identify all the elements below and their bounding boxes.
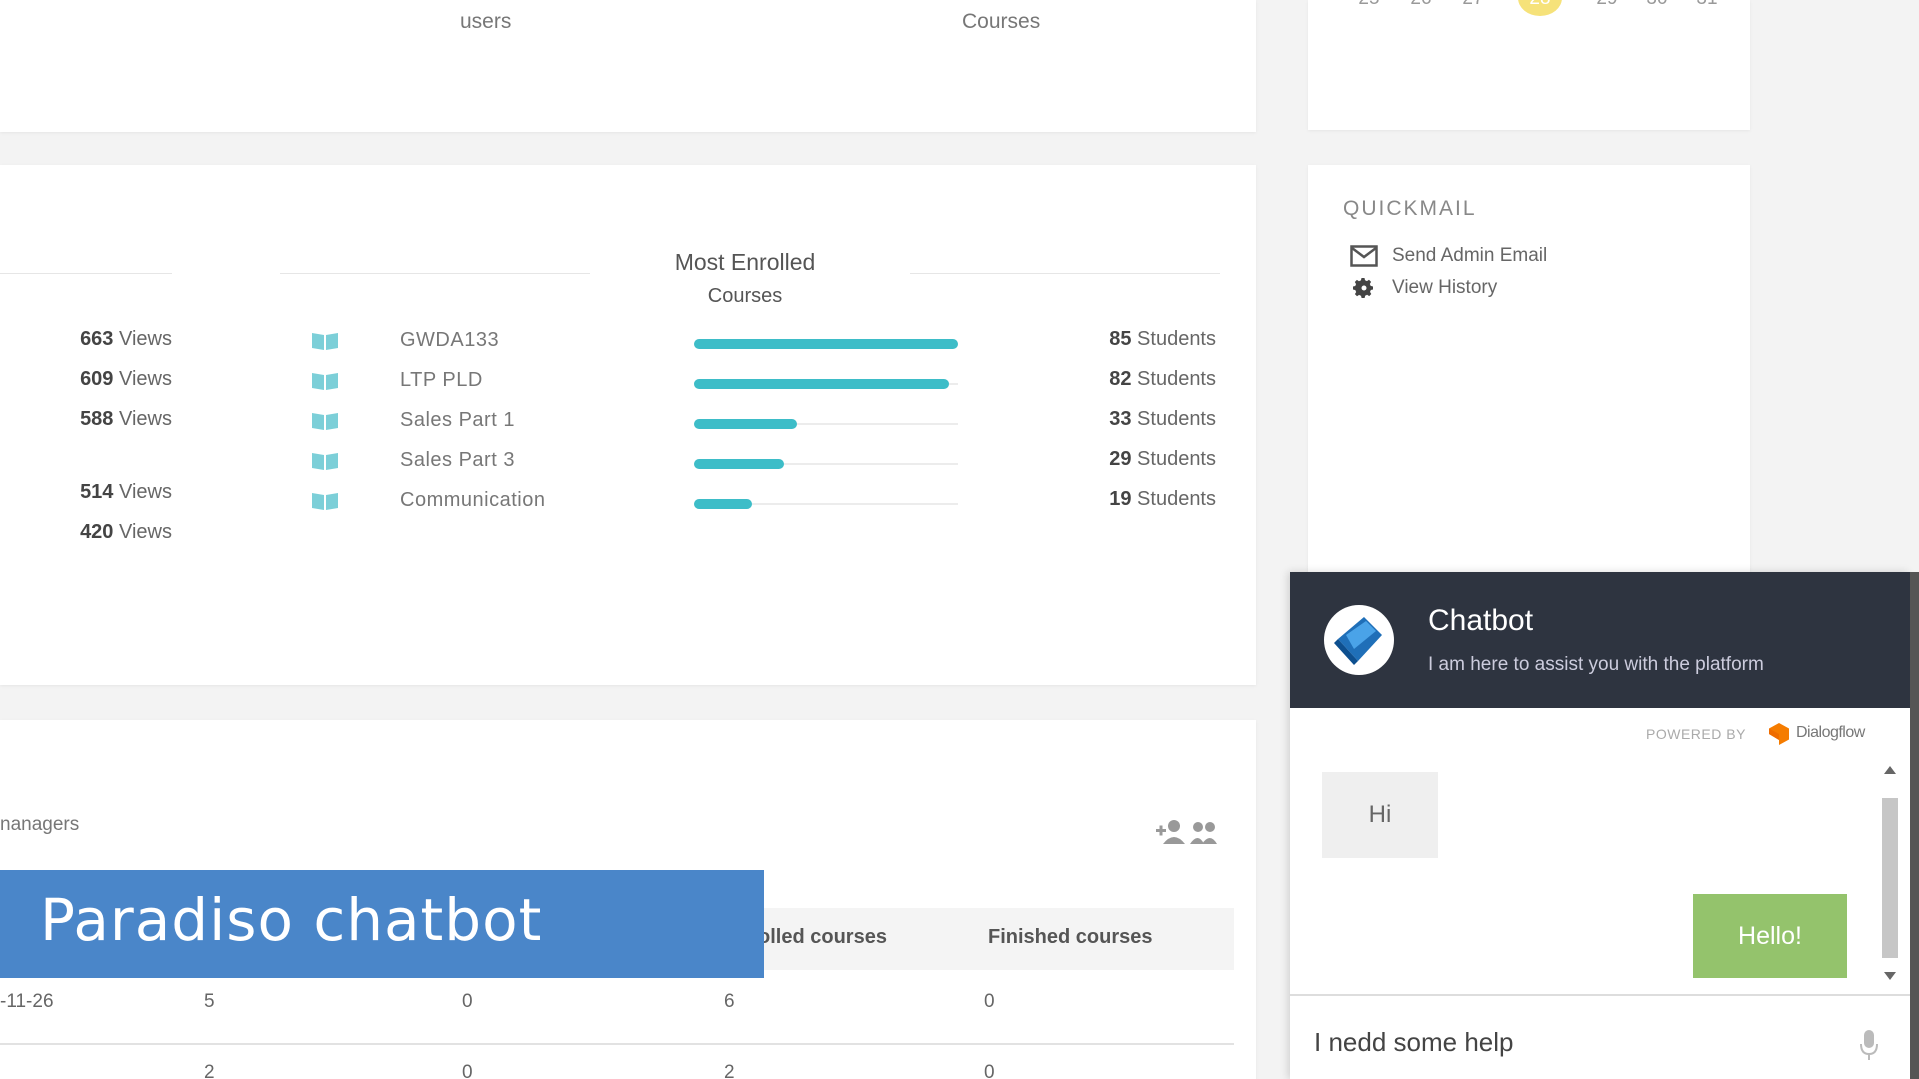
send-admin-email-label: Send Admin Email bbox=[1392, 245, 1548, 266]
course-name[interactable]: LTP PLD bbox=[400, 369, 483, 392]
table-cell: 0 bbox=[462, 1062, 473, 1079]
chatbot-logo-icon bbox=[1324, 605, 1394, 675]
views-count: 663 Views bbox=[80, 328, 172, 350]
chatbot-title: Chatbot bbox=[1428, 604, 1534, 637]
table-cell: 0 bbox=[984, 1062, 995, 1079]
calendar-day[interactable]: 30 bbox=[1642, 0, 1672, 10]
enrollment-bar-fill bbox=[694, 459, 784, 469]
enrollment-bar-fill bbox=[694, 499, 753, 509]
stats-card: users Courses bbox=[0, 0, 1256, 132]
most-enrolled-card: Most Enrolled Courses 663 Views 609 View… bbox=[0, 165, 1256, 685]
students-count: 19 Students bbox=[1109, 488, 1216, 510]
calendar-day[interactable]: 25 bbox=[1354, 0, 1384, 10]
chatbot-widget: Chatbot I am here to assist you with the… bbox=[1290, 572, 1910, 1079]
book-icon bbox=[312, 493, 338, 510]
course-name[interactable]: Communication bbox=[400, 489, 545, 512]
users-label: users bbox=[460, 10, 512, 33]
dialogflow-icon bbox=[1769, 723, 1789, 745]
column-header[interactable]: olled courses bbox=[758, 926, 887, 949]
book-icon bbox=[312, 333, 338, 350]
book-icon bbox=[312, 373, 338, 390]
column-header[interactable]: Finished courses bbox=[988, 926, 1153, 949]
send-admin-email-link[interactable]: Send Admin Email bbox=[1350, 243, 1547, 269]
enrollment-bar bbox=[694, 499, 958, 509]
title-line: Courses bbox=[707, 285, 783, 307]
students-count: 82 Students bbox=[1109, 368, 1216, 390]
scroll-up-arrow[interactable] bbox=[1884, 766, 1896, 774]
chatbot-subtitle: I am here to assist you with the platfor… bbox=[1428, 654, 1764, 675]
calendar-day[interactable]: 26 bbox=[1406, 0, 1436, 10]
calendar-day[interactable]: 31 bbox=[1692, 0, 1722, 10]
course-name[interactable]: GWDA133 bbox=[400, 329, 499, 352]
users-group-icon bbox=[1190, 822, 1217, 844]
courses-label: Courses bbox=[962, 10, 1041, 33]
divider bbox=[910, 273, 1220, 274]
view-history-label: View History bbox=[1392, 277, 1498, 298]
book-icon bbox=[312, 413, 338, 430]
course-name[interactable]: Sales Part 1 bbox=[400, 409, 515, 432]
chat-scrollbar[interactable] bbox=[1878, 758, 1900, 988]
enrollment-bar-fill bbox=[694, 419, 797, 429]
views-count: 588 Views bbox=[80, 408, 172, 430]
views-count: 514 Views bbox=[80, 481, 172, 503]
scroll-thumb[interactable] bbox=[1882, 798, 1898, 958]
table-cell: 5 bbox=[204, 991, 215, 1012]
table-cell: 2 bbox=[204, 1062, 215, 1079]
window-edge bbox=[1910, 572, 1919, 1079]
calendar-day[interactable]: 29 bbox=[1592, 0, 1622, 10]
table-cell: 2 bbox=[724, 1062, 735, 1079]
most-enrolled-title: Most Enrolled Courses bbox=[620, 245, 870, 313]
calendar-card: 25 26 27 28 29 30 31 bbox=[1308, 0, 1750, 130]
user-actions-icons[interactable] bbox=[1154, 818, 1218, 846]
calendar-day-today[interactable]: 28 bbox=[1525, 0, 1555, 10]
enrollment-bar-fill bbox=[694, 379, 949, 389]
enrollment-bar bbox=[694, 419, 958, 429]
table-cell: -11-26 bbox=[0, 991, 54, 1012]
views-count: 609 Views bbox=[80, 368, 172, 390]
bot-message: Hi bbox=[1322, 772, 1438, 858]
enrollment-bar bbox=[694, 459, 958, 469]
quickmail-card: QUICKMAIL Send Admin Email View History bbox=[1308, 165, 1750, 585]
chat-message-input[interactable] bbox=[1314, 1018, 1834, 1066]
table-cell: 6 bbox=[724, 991, 735, 1012]
students-count: 33 Students bbox=[1109, 408, 1216, 430]
scroll-down-arrow[interactable] bbox=[1884, 972, 1896, 980]
paradiso-chatbot-banner: Paradiso chatbot bbox=[0, 870, 764, 978]
students-count: 85 Students bbox=[1109, 328, 1216, 350]
divider bbox=[0, 273, 172, 274]
gear-icon bbox=[1353, 278, 1373, 298]
divider bbox=[280, 273, 590, 274]
row-divider bbox=[0, 1043, 1234, 1045]
user-message: Hello! bbox=[1693, 894, 1847, 978]
calendar-day[interactable]: 27 bbox=[1458, 0, 1488, 10]
views-count: 420 Views bbox=[80, 521, 172, 543]
enrollment-bar bbox=[694, 339, 958, 349]
chat-input-divider bbox=[1290, 994, 1910, 996]
add-user-icon bbox=[1156, 820, 1185, 844]
envelope-icon bbox=[1350, 245, 1378, 267]
book-icon bbox=[312, 453, 338, 470]
table-cell: 0 bbox=[984, 991, 995, 1012]
dialogflow-label: Dialogflow bbox=[1796, 724, 1865, 741]
powered-by-label: POWERED BY bbox=[1646, 726, 1746, 742]
chatbot-header: Chatbot I am here to assist you with the… bbox=[1290, 572, 1910, 708]
banner-text: Paradiso chatbot bbox=[40, 886, 543, 954]
view-history-link[interactable]: View History bbox=[1350, 275, 1497, 301]
microphone-icon[interactable] bbox=[1858, 1028, 1880, 1062]
title-line: Most Enrolled bbox=[674, 249, 816, 275]
managers-title: nanagers bbox=[0, 814, 80, 835]
course-name[interactable]: Sales Part 3 bbox=[400, 449, 515, 472]
quickmail-title: QUICKMAIL bbox=[1343, 197, 1477, 220]
students-count: 29 Students bbox=[1109, 448, 1216, 470]
table-cell: 0 bbox=[462, 991, 473, 1012]
enrollment-bar bbox=[694, 379, 958, 389]
enrollment-bar-fill bbox=[694, 339, 958, 349]
